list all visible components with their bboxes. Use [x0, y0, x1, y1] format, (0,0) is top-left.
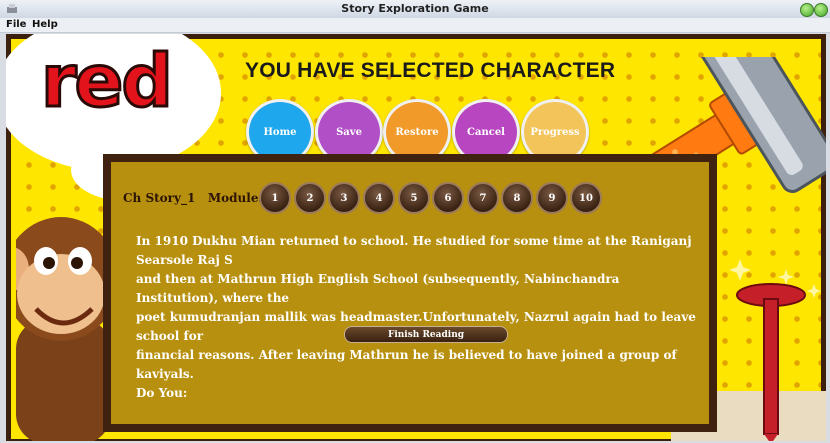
menu-bar: File Help	[0, 18, 830, 33]
title-bar: Story Exploration Game	[0, 0, 830, 19]
menu-help[interactable]: Help	[32, 19, 58, 30]
story-panel: Ch Story_1 Modules 1 2 3 4 5 6 7 8 9 10 …	[103, 154, 717, 432]
module-button-9[interactable]: 9	[536, 182, 568, 214]
window-title: Story Exploration Game	[341, 2, 489, 15]
modules-label: Modules	[207, 191, 266, 205]
module-button-10[interactable]: 10	[570, 182, 602, 214]
page-heading: YOU HAVE SELECTED CHARACTER	[245, 59, 616, 82]
module-button-5[interactable]: 5	[398, 182, 430, 214]
module-button-2[interactable]: 2	[294, 182, 326, 214]
module-button-1[interactable]: 1	[259, 182, 291, 214]
module-button-4[interactable]: 4	[363, 182, 395, 214]
game-stage: red YOU HAVE SELECTED CHARACTER Home Sav…	[6, 34, 826, 441]
close-button[interactable]	[814, 3, 828, 17]
module-button-7[interactable]: 7	[467, 182, 499, 214]
story-label: Ch Story_1	[123, 191, 196, 205]
nail-icon	[729, 259, 821, 441]
module-button-6[interactable]: 6	[432, 182, 464, 214]
character-word: red	[40, 38, 175, 125]
story-header: Ch Story_1 Modules	[123, 191, 265, 205]
finish-reading-button[interactable]: Finish Reading	[344, 326, 508, 343]
minimize-button[interactable]	[800, 3, 814, 17]
story-text: In 1910 Dukhu Mian returned to school. H…	[136, 234, 696, 400]
module-button-8[interactable]: 8	[501, 182, 533, 214]
menu-file[interactable]: File	[6, 19, 26, 30]
module-button-3[interactable]: 3	[328, 182, 360, 214]
